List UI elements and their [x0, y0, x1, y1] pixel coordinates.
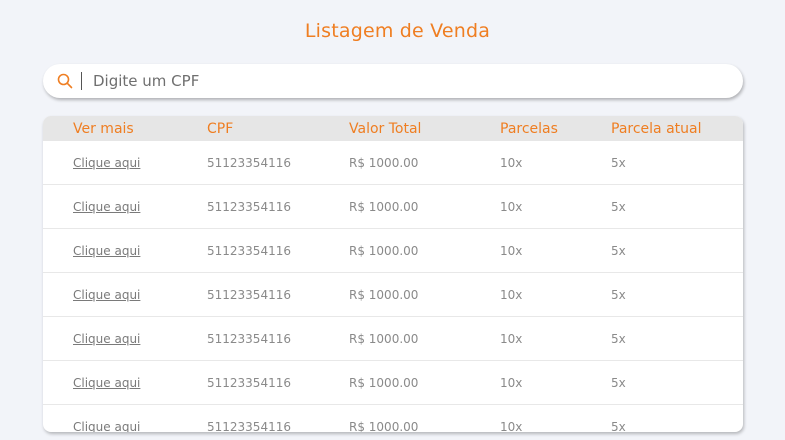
header-valor-total: Valor Total — [349, 121, 422, 137]
installments-cell: 10x — [500, 376, 523, 390]
view-more-link[interactable]: Clique aqui — [73, 244, 140, 258]
cpf-cell: 51123354116 — [207, 376, 291, 390]
search-bar — [43, 64, 743, 98]
sales-table: Ver mais CPF Valor Total Parcelas Parcel… — [43, 116, 743, 432]
table-row: Clique aqui 51123354116 R$ 1000.00 10x 5x — [43, 229, 743, 273]
search-icon[interactable] — [57, 73, 73, 89]
cpf-cell: 51123354116 — [207, 288, 291, 302]
installments-cell: 10x — [500, 200, 523, 214]
header-cpf: CPF — [207, 121, 234, 137]
installments-cell: 10x — [500, 288, 523, 302]
current-installment-cell: 5x — [611, 288, 626, 302]
view-more-link[interactable]: Clique aqui — [73, 332, 140, 346]
table-header: Ver mais CPF Valor Total Parcelas Parcel… — [43, 116, 743, 141]
installments-cell: 10x — [500, 332, 523, 346]
total-value-cell: R$ 1000.00 — [349, 376, 419, 390]
table-row: Clique aqui 51123354116 R$ 1000.00 10x 5x — [43, 141, 743, 185]
current-installment-cell: 5x — [611, 332, 626, 346]
table-row: Clique aqui 51123354116 R$ 1000.00 10x 5x — [43, 405, 743, 432]
installments-cell: 10x — [500, 244, 523, 258]
total-value-cell: R$ 1000.00 — [349, 332, 419, 346]
total-value-cell: R$ 1000.00 — [349, 156, 419, 170]
cpf-cell: 51123354116 — [207, 156, 291, 170]
total-value-cell: R$ 1000.00 — [349, 200, 419, 214]
header-parcelas: Parcelas — [500, 121, 558, 137]
view-more-link[interactable]: Clique aqui — [73, 156, 140, 170]
search-divider — [81, 72, 82, 90]
header-ver-mais: Ver mais — [73, 121, 134, 137]
page-title: Listagem de Venda — [304, 20, 491, 42]
total-value-cell: R$ 1000.00 — [349, 244, 419, 258]
total-value-cell: R$ 1000.00 — [349, 288, 419, 302]
table-row: Clique aqui 51123354116 R$ 1000.00 10x 5x — [43, 361, 743, 405]
cpf-cell: 51123354116 — [207, 420, 291, 432]
cpf-cell: 51123354116 — [207, 244, 291, 258]
current-installment-cell: 5x — [611, 376, 626, 390]
view-more-link[interactable]: Clique aqui — [73, 200, 140, 214]
view-more-link[interactable]: Clique aqui — [73, 288, 140, 302]
installments-cell: 10x — [500, 420, 523, 432]
view-more-link[interactable]: Clique aqui — [73, 376, 140, 390]
table-row: Clique aqui 51123354116 R$ 1000.00 10x 5x — [43, 317, 743, 361]
current-installment-cell: 5x — [611, 156, 626, 170]
table-row: Clique aqui 51123354116 R$ 1000.00 10x 5x — [43, 185, 743, 229]
total-value-cell: R$ 1000.00 — [349, 420, 419, 432]
table-row: Clique aqui 51123354116 R$ 1000.00 10x 5x — [43, 273, 743, 317]
search-input[interactable] — [93, 68, 713, 94]
cpf-cell: 51123354116 — [207, 200, 291, 214]
view-more-link[interactable]: Clique aqui — [73, 420, 140, 432]
installments-cell: 10x — [500, 156, 523, 170]
current-installment-cell: 5x — [611, 244, 626, 258]
current-installment-cell: 5x — [611, 200, 626, 214]
current-installment-cell: 5x — [611, 420, 626, 432]
header-parcela-atual: Parcela atual — [611, 121, 702, 137]
cpf-cell: 51123354116 — [207, 332, 291, 346]
